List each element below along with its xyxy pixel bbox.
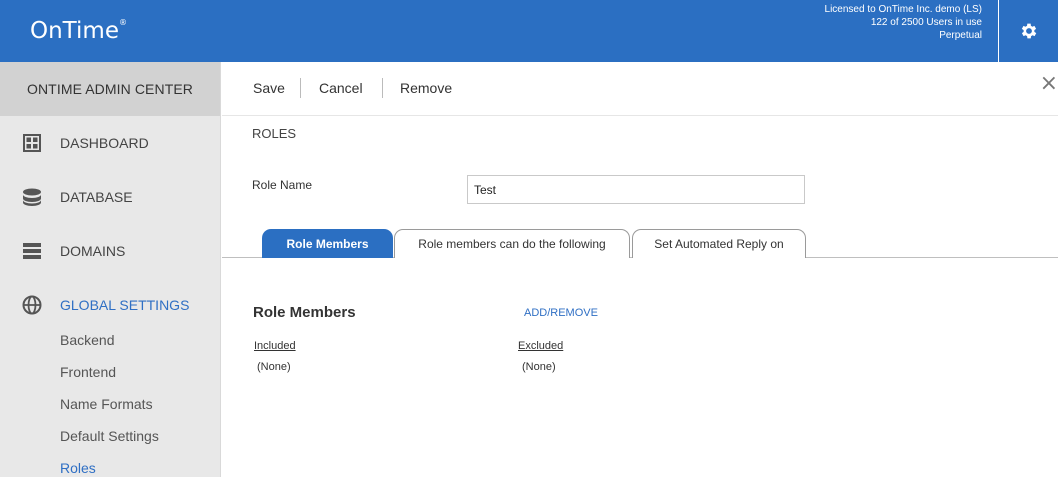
globe-icon: [22, 295, 42, 315]
excluded-value: (None): [522, 361, 556, 373]
save-button[interactable]: Save: [253, 80, 285, 96]
sidebar-item-label: DOMAINS: [60, 243, 126, 259]
license-info: Licensed to OnTime Inc. demo (LS) 122 of…: [825, 3, 982, 42]
sidebar-item-label: DATABASE: [60, 189, 133, 205]
ontime-logo: OnTime®: [30, 18, 127, 44]
tab-role-permissions[interactable]: Role members can do the following: [394, 229, 630, 258]
included-header: Included: [254, 340, 296, 352]
toolbar: Save Cancel Remove ×: [222, 62, 1058, 116]
license-line-3: Perpetual: [939, 30, 982, 41]
sidebar-item-label: GLOBAL SETTINGS: [60, 297, 190, 313]
sidebar-item-label: DASHBOARD: [60, 135, 149, 151]
toolbar-separator: [382, 78, 383, 98]
license-line-1: Licensed to OnTime Inc. demo (LS): [824, 4, 982, 15]
database-icon: [22, 187, 42, 207]
sidebar-subitem-name-formats[interactable]: Name Formats: [60, 396, 153, 412]
included-value: (None): [257, 361, 291, 373]
sidebar-subitem-roles[interactable]: Roles: [60, 460, 96, 476]
sidebar-item-domains[interactable]: DOMAINS: [0, 224, 221, 278]
sidebar-subitem-default-settings[interactable]: Default Settings: [60, 428, 159, 444]
section-title: ROLES: [252, 126, 297, 141]
add-remove-link[interactable]: ADD/REMOVE: [524, 307, 598, 319]
top-bar: OnTime® Licensed to OnTime Inc. demo (LS…: [0, 0, 1058, 62]
sidebar-header: ONTIME ADMIN CENTER: [0, 62, 220, 116]
role-name-label: Role Name: [252, 178, 313, 192]
license-line-2: 122 of 2500 Users in use: [870, 17, 982, 28]
domains-list-icon: [22, 241, 42, 261]
sidebar-subitem-frontend[interactable]: Frontend: [60, 364, 116, 380]
role-name-input[interactable]: [467, 175, 805, 204]
toolbar-separator: [300, 78, 301, 98]
role-members-title: Role Members: [253, 304, 356, 321]
excluded-header: Excluded: [518, 340, 564, 352]
remove-button[interactable]: Remove: [400, 80, 452, 96]
sidebar-subitem-backend[interactable]: Backend: [60, 332, 114, 348]
main-panel: Save Cancel Remove × ROLES Role Name Rol…: [222, 62, 1058, 477]
sidebar: ONTIME ADMIN CENTER DASHBOARD DATABASE D…: [0, 62, 221, 477]
gear-icon: [1021, 23, 1036, 39]
sidebar-item-database[interactable]: DATABASE: [0, 170, 221, 224]
tab-role-members[interactable]: Role Members: [262, 229, 393, 258]
cancel-button[interactable]: Cancel: [319, 80, 363, 96]
dashboard-grid-icon: [22, 133, 42, 153]
close-icon[interactable]: ×: [1040, 71, 1058, 96]
logo-text: OnTime: [30, 18, 119, 44]
logo-registered-mark: ®: [118, 18, 127, 28]
tab-automated-reply[interactable]: Set Automated Reply on: [632, 229, 806, 258]
sidebar-item-dashboard[interactable]: DASHBOARD: [0, 116, 221, 170]
settings-button[interactable]: [999, 0, 1058, 62]
sidebar-item-global-settings[interactable]: GLOBAL SETTINGS: [0, 278, 221, 332]
